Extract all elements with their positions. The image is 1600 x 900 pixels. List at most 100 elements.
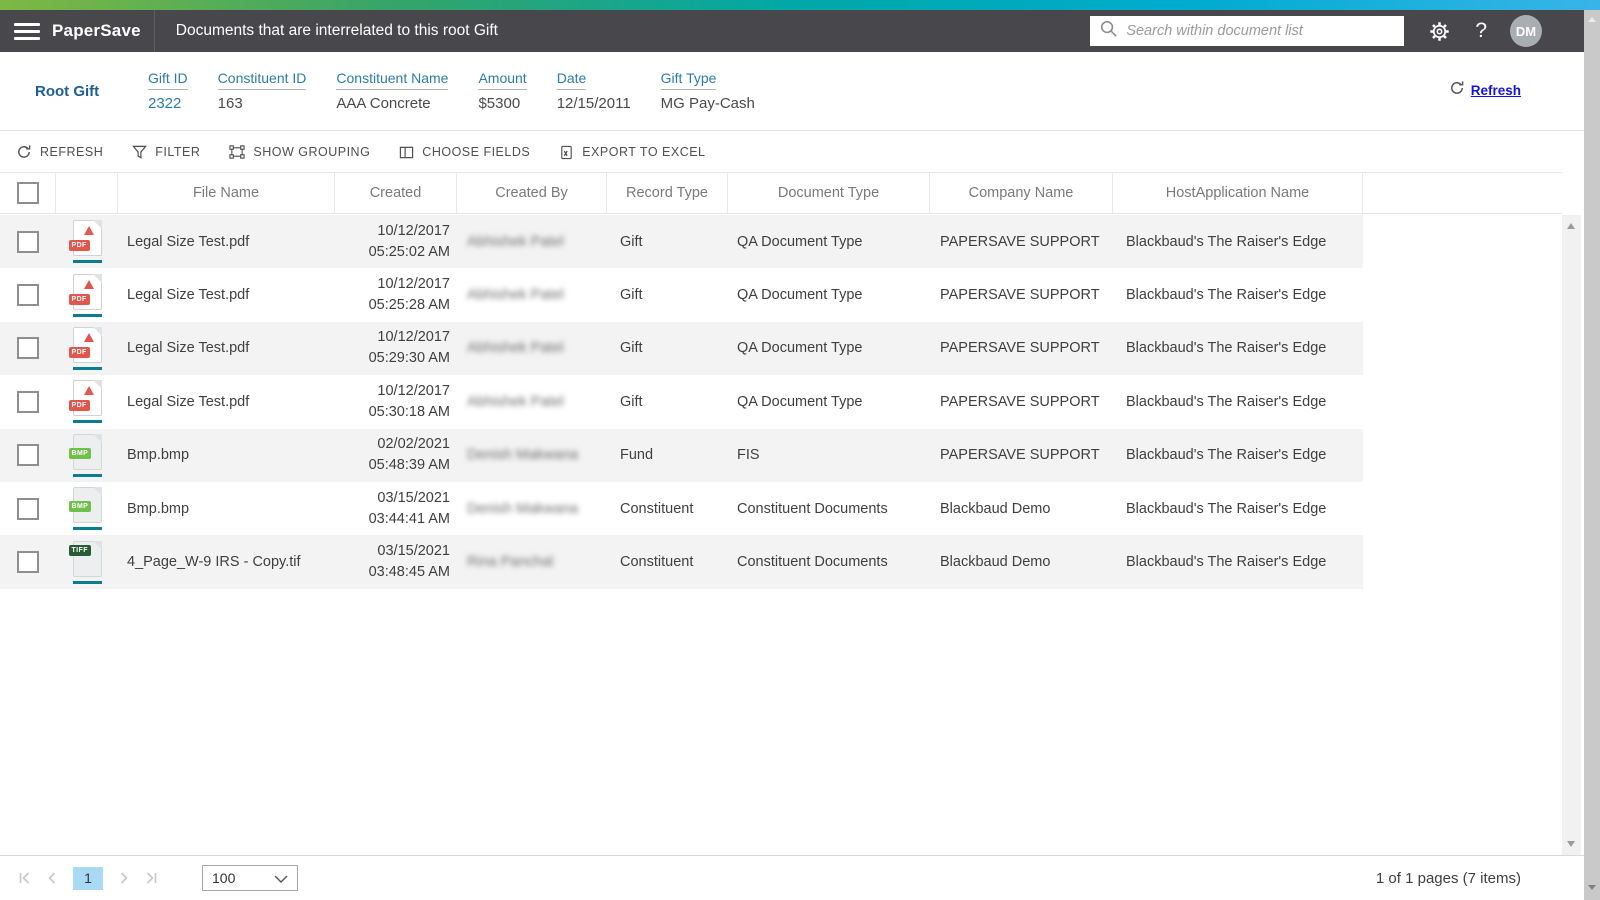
- select-all-header-cell: [0, 173, 56, 213]
- row-checkbox[interactable]: [17, 390, 39, 413]
- created-cell: 03/15/2021 03:48:45 AM: [335, 535, 457, 588]
- user-avatar[interactable]: DM: [1510, 15, 1542, 47]
- created-by-cell: Rina Panchal: [457, 535, 607, 588]
- previous-page-button[interactable]: [45, 871, 59, 885]
- next-page-button[interactable]: [117, 871, 131, 885]
- toolbar-button-choose-fields[interactable]: CHOOSE FIELDS: [399, 145, 530, 160]
- table-row: PDF Legal Size Test.pdf 10/12/2017 05:25:02…: [0, 215, 1363, 269]
- window-scrollbar[interactable]: [1584, 10, 1600, 900]
- row-checkbox-cell: [0, 429, 56, 482]
- toolbar-button-refresh[interactable]: REFRESH: [16, 144, 103, 160]
- pdf-file-icon[interactable]: PDF: [68, 380, 102, 417]
- tiff-file-icon[interactable]: TIFF: [68, 540, 102, 577]
- row-checkbox-cell: [0, 535, 56, 588]
- column-header[interactable]: Record Type: [607, 173, 728, 213]
- created-by-cell: Abhishek Patel: [457, 375, 607, 428]
- document-search-box[interactable]: [1090, 16, 1405, 46]
- file-type-badge: TIFF: [68, 544, 91, 556]
- file-icon-cell: PDF: [56, 215, 118, 268]
- selected-doc-underline: [72, 366, 102, 370]
- record-type-cell: Gift: [620, 340, 643, 357]
- current-page-button[interactable]: 1: [73, 866, 103, 890]
- toolbar-button-show-grouping[interactable]: SHOW GROUPING: [229, 144, 370, 160]
- scroll-up-icon[interactable]: [1588, 17, 1596, 22]
- file-icon-cell: PDF: [56, 268, 118, 321]
- row-checkbox[interactable]: [17, 337, 39, 360]
- pdf-file-icon[interactable]: PDF: [68, 326, 102, 363]
- select-all-checkbox[interactable]: [16, 182, 39, 204]
- hamburger-menu-icon[interactable]: [14, 19, 40, 44]
- last-page-button[interactable]: [145, 871, 159, 885]
- column-header[interactable]: Company Name: [930, 173, 1113, 213]
- file-name-cell[interactable]: Legal Size Test.pdf: [118, 268, 335, 321]
- file-name-cell[interactable]: Legal Size Test.pdf: [118, 215, 335, 268]
- file-name-cell[interactable]: Bmp.bmp: [118, 429, 335, 482]
- root-gift-field-label: Constituent Name: [336, 70, 449, 90]
- table-header-row: File Name Created Created By Record Type Doc…: [0, 172, 1562, 214]
- row-checkbox[interactable]: [17, 497, 39, 520]
- row-checkbox[interactable]: [17, 551, 39, 574]
- document-type-cell: QA Document Type: [737, 233, 863, 250]
- created-cell: 02/02/2021 05:48:39 AM: [335, 429, 457, 482]
- row-checkbox-cell: [0, 268, 56, 321]
- host-application-cell: Blackbaud's The Raiser's Edge: [1126, 340, 1327, 357]
- root-gift-field-label: Date: [556, 70, 587, 90]
- grid-scrollbar[interactable]: [1562, 215, 1581, 855]
- root-gift-field: Amount $5300: [478, 70, 527, 112]
- help-icon[interactable]: ?: [1475, 19, 1487, 43]
- row-checkbox[interactable]: [17, 230, 39, 253]
- search-input[interactable]: [1126, 23, 1396, 39]
- company-name-cell: PAPERSAVE SUPPORT: [940, 233, 1100, 250]
- file-name-cell[interactable]: 4_Page_W-9 IRS - Copy.tif: [118, 535, 335, 588]
- record-type-cell: Gift: [620, 393, 643, 410]
- pdf-file-icon[interactable]: PDF: [68, 273, 102, 310]
- root-gift-panel: Root Gift Gift ID 2322 Constituent ID 163 Co…: [0, 52, 1584, 131]
- company-name-cell: PAPERSAVE SUPPORT: [940, 393, 1100, 410]
- bmp-file-icon[interactable]: BMP: [68, 487, 102, 524]
- root-gift-field-value: 12/15/2011: [556, 95, 631, 112]
- file-icon-cell: PDF: [56, 375, 118, 428]
- pdf-file-icon[interactable]: PDF: [68, 220, 102, 257]
- first-page-button[interactable]: [17, 871, 31, 885]
- scroll-up-icon[interactable]: [1567, 223, 1575, 229]
- created-date: 10/12/2017: [377, 276, 450, 293]
- document-table-body: PDF Legal Size Test.pdf 10/12/2017 05:25:02…: [0, 215, 1363, 589]
- created-datetime: 10/12/2017 05:25:28 AM: [369, 274, 450, 316]
- file-type-badge: PDF: [68, 240, 90, 252]
- file-type-badge: PDF: [68, 293, 90, 305]
- created-date: 10/12/2017: [377, 382, 450, 399]
- page-size-dropdown[interactable]: 100: [202, 865, 298, 891]
- settings-gear-icon[interactable]: [1428, 20, 1451, 43]
- column-header[interactable]: Created By: [457, 173, 607, 213]
- column-header[interactable]: File Name: [118, 173, 335, 213]
- scroll-down-icon[interactable]: [1588, 885, 1596, 890]
- column-header[interactable]: Document Type: [728, 173, 930, 213]
- created-by-name: Abhishek Patel: [467, 287, 564, 304]
- row-checkbox[interactable]: [17, 284, 39, 307]
- root-gift-field-value[interactable]: 2322: [148, 95, 188, 112]
- column-header[interactable]: HostApplication Name: [1113, 173, 1363, 213]
- file-name-cell[interactable]: Bmp.bmp: [118, 482, 335, 535]
- toolbar-button-label: FILTER: [155, 145, 201, 159]
- row-checkbox-cell: [0, 215, 56, 268]
- file-type-badge: BMP: [68, 501, 92, 513]
- file-name-cell[interactable]: Legal Size Test.pdf: [118, 322, 335, 375]
- scroll-down-icon[interactable]: [1567, 841, 1575, 847]
- refresh-icon: [16, 144, 32, 160]
- file-name-cell[interactable]: Legal Size Test.pdf: [118, 375, 335, 428]
- page-fold: [92, 380, 102, 390]
- column-header[interactable]: Created: [335, 173, 457, 213]
- root-gift-refresh-link[interactable]: Refresh: [1449, 80, 1521, 101]
- toolbar-button-filter[interactable]: FILTER: [132, 145, 200, 160]
- host-application-cell: Blackbaud's The Raiser's Edge: [1126, 447, 1327, 464]
- row-checkbox[interactable]: [17, 444, 39, 467]
- bmp-file-icon[interactable]: BMP: [68, 433, 102, 470]
- file-icon-header-cell: [56, 173, 118, 213]
- table-row: TIFF 4_Page_W-9 IRS - Copy.tif 03/15/2021 0…: [0, 535, 1363, 589]
- toolbar-button-export-to-excel[interactable]: EXPORT TO EXCEL: [559, 145, 705, 160]
- pdf-logo-mark: [83, 226, 94, 236]
- root-gift-field: Date 12/15/2011: [556, 70, 631, 112]
- root-gift-label: Root Gift: [35, 82, 100, 100]
- toolbar-button-label: CHOOSE FIELDS: [422, 145, 531, 159]
- document-type-cell: Constituent Documents: [737, 500, 888, 517]
